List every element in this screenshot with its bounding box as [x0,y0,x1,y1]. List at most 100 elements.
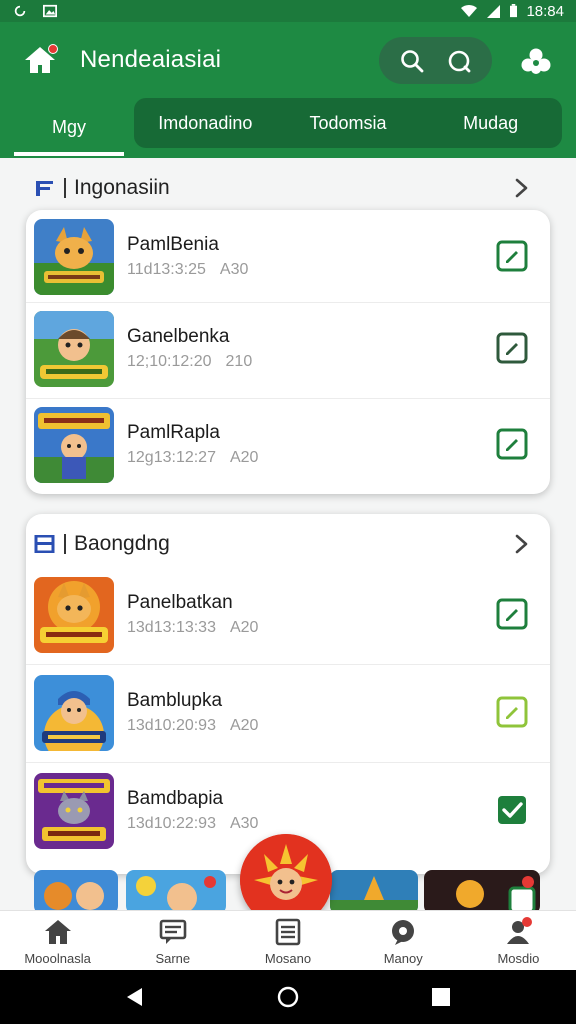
item-name: Bamblupka [127,690,223,711]
list-icon [275,918,301,946]
item-size: A30 [219,261,249,278]
game-hero-icon [34,407,114,483]
edit-checkbox-icon[interactable] [496,696,528,728]
extension-icon [521,48,551,74]
row-divider [26,762,550,763]
tab-active[interactable]: Mgy [14,98,124,156]
list-card: Baongdng Panelbatkan 13d13:13:33 A20 Bam… [26,514,550,874]
section-header[interactable]: Ingonasiin [26,162,550,214]
image-icon [43,4,57,18]
chevron-right-icon[interactable] [510,532,532,556]
tab-item[interactable]: Mudag [419,113,562,134]
item-date: 13d13:13:33 [127,619,216,636]
item-name: Bamdbapia [127,788,224,809]
item-date: 12;10:12:20 [127,353,212,370]
item-meta: 12g13:12:27 A20 [127,449,258,467]
list-item[interactable]: Bamblupka 13d10:20:93 A20 [26,666,550,762]
app-title: Nendeaiasiai [80,46,222,73]
app-screen: 18:84 Nendeaiasiai Mgy Imdonadino Todoms… [0,0,576,1024]
item-date: 13d10:22:93 [127,815,216,832]
section-title: Ingonasiin [74,176,170,199]
battery-icon [510,4,518,18]
item-size: A20 [229,619,259,636]
flag-icon [36,181,53,196]
nav-item-globe[interactable]: Manoy [346,911,461,970]
edit-checkbox-icon[interactable] [496,598,528,630]
nav-item-chat[interactable]: Sarne [115,911,230,970]
chat-icon [159,919,187,944]
item-date: 12g13:12:27 [127,449,216,466]
nav-item-home[interactable]: Mooolnasla [0,911,115,970]
edit-checkbox-icon[interactable] [496,428,528,460]
item-meta: 13d10:22:93 A30 [127,815,258,833]
item-name: Panelbatkan [127,592,233,613]
nav-label: Sarne [155,951,191,966]
section-header[interactable]: Baongdng [26,518,550,570]
notification-dot [48,44,58,54]
bottom-nav: Mooolnasla Sarne Mosano Manoy Mosdio [0,910,576,970]
item-date: 11d13:3:25 [127,261,206,278]
item-name: PamlRapla [127,422,220,443]
item-meta: 13d10:20:93 A20 [127,717,258,735]
sync-icon [14,5,26,17]
edit-checkbox-icon[interactable] [496,240,528,272]
tab-underline [14,152,124,156]
item-date: 13d10:20:93 [127,717,216,734]
row-divider [26,664,550,665]
search-icon[interactable] [399,48,425,74]
nav-item-list[interactable]: Mosano [230,911,345,970]
tab-bar: Mgy Imdonadino Todomsia Mudag [0,98,576,158]
tab-item[interactable]: Imdonadino [134,113,277,134]
nav-label: Mosano [264,951,312,966]
list-item[interactable]: Panelbatkan 13d13:13:33 A20 [26,568,550,664]
globe-icon [392,920,415,945]
strip-game-icon[interactable] [424,870,540,910]
game-boy-icon [34,311,114,387]
status-bar: 18:84 [0,0,576,22]
list-item[interactable]: Ganelbenka 12;10:12:20 210 [26,302,550,398]
app-header: Nendeaiasiai Mgy Imdonadino Todomsia Mud… [0,22,576,158]
strip-game-icon[interactable] [34,870,118,910]
item-meta: 12;10:12:20 210 [127,353,252,371]
item-meta: 11d13:3:25 A30 [127,261,248,279]
chevron-right-icon[interactable] [510,176,532,200]
nav-label: Mosdio [497,951,540,966]
status-time: 18:84 [526,2,564,20]
game-boy2-icon [34,675,114,751]
recents-icon[interactable] [430,986,452,1008]
signal-icon [487,5,501,18]
item-size: A20 [229,449,259,466]
nav-item-profile[interactable]: Mosdio [461,911,576,970]
game-fox-icon [34,219,114,295]
back-icon[interactable] [124,986,146,1008]
list-card: PamlBenia 11d13:3:25 A30 Ganelbenka 12;1… [26,210,550,494]
tab-item[interactable]: Todomsia [277,113,420,134]
game-fox2-icon [34,577,114,653]
system-nav-bar [0,970,576,1024]
search-pill [379,37,492,84]
list-item[interactable]: PamlBenia 11d13:3:25 A30 [26,210,550,306]
item-size: A20 [229,717,259,734]
extension-button[interactable] [518,44,554,80]
divider [64,534,66,554]
calendar-icon [34,535,55,553]
tab-group: Imdonadino Todomsia Mudag [134,98,562,148]
nav-label: Mooolnasla [24,951,91,966]
home-icon [44,920,71,944]
checked-checkbox-icon[interactable] [496,794,528,826]
item-size: 210 [225,353,253,370]
home-button[interactable] [22,42,58,78]
section-title: Baongdng [74,532,170,555]
item-name: PamlBenia [127,234,219,255]
item-size: A30 [229,815,259,832]
home-circle-icon[interactable] [277,986,299,1008]
notification-dot [522,917,533,927]
header-row: Nendeaiasiai [0,22,576,98]
list-item[interactable]: PamlRapla 12g13:12:27 A20 [26,398,550,494]
nav-label: Manoy [383,951,423,966]
strip-game-icon[interactable] [330,870,418,910]
strip-game-icon[interactable] [126,870,226,910]
wifi-icon [461,4,478,18]
edit-checkbox-icon[interactable] [496,332,528,364]
profile-icon[interactable] [446,48,472,74]
